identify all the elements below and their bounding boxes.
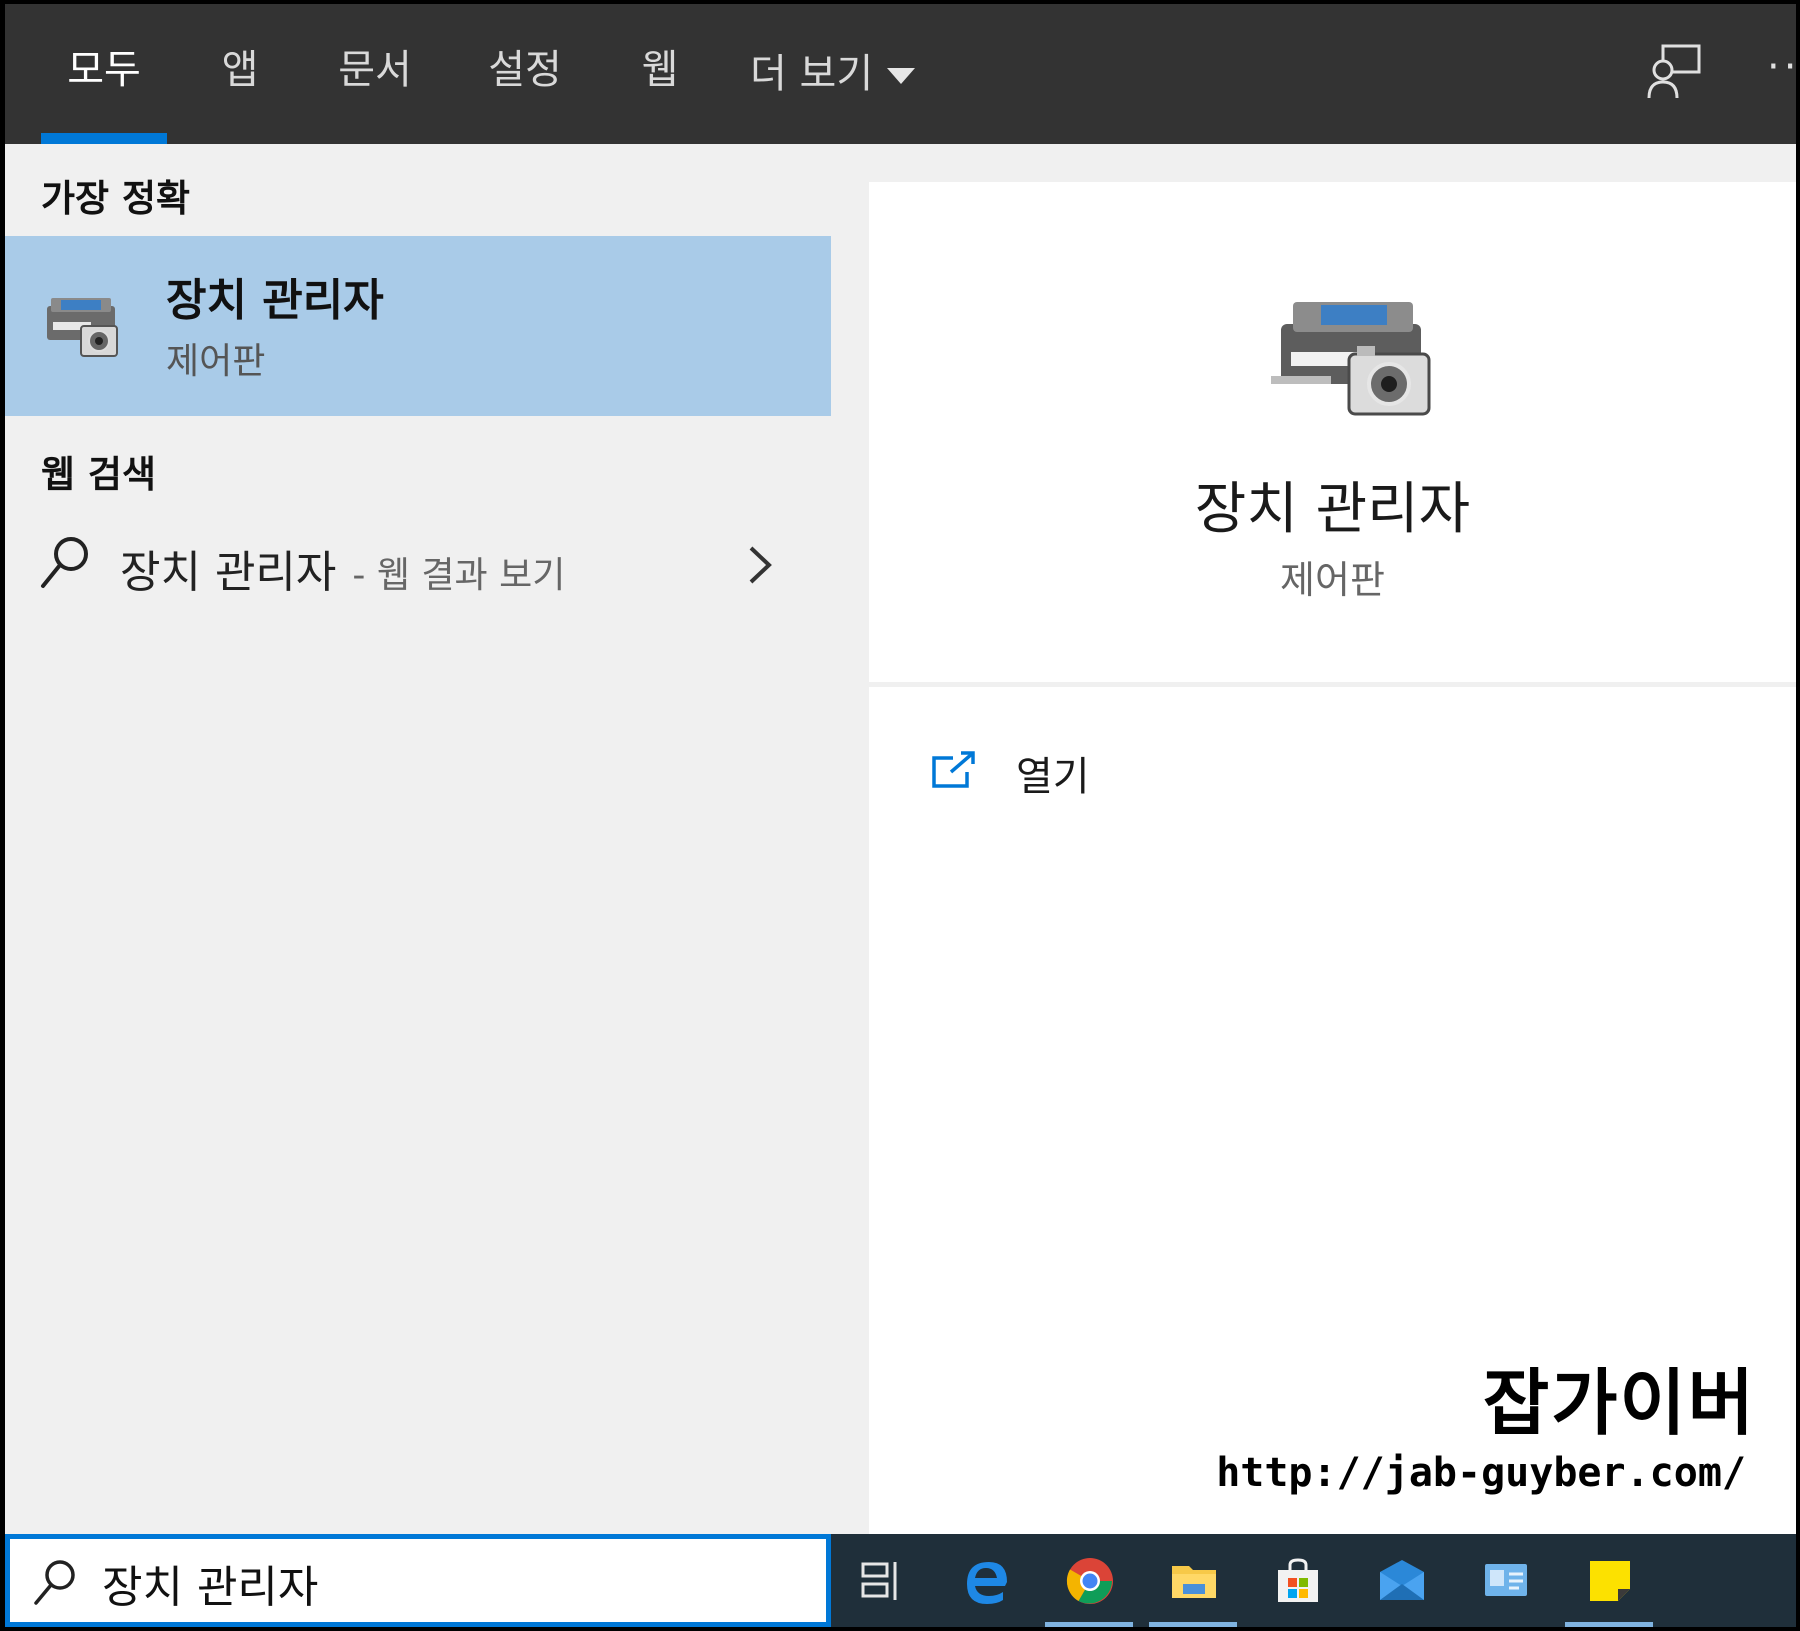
taskbar-sticky-notes[interactable] xyxy=(1559,1534,1659,1627)
panel-gutter xyxy=(831,144,869,1534)
results-panel: 가장 정확 장치 관리자 제어판 웹 검색 장치 관리자 - 웹 결과 보기 xyxy=(5,144,831,1534)
chrome-icon xyxy=(1066,1558,1113,1604)
preview-subtitle: 제어판 xyxy=(1280,558,1385,602)
search-input[interactable] xyxy=(100,1547,804,1619)
tab-label: 문서 xyxy=(338,47,412,93)
device-manager-icon xyxy=(1271,302,1431,416)
task-view-icon xyxy=(861,1562,897,1600)
taskbar xyxy=(831,1534,1796,1627)
panel-top-gutter xyxy=(831,144,1796,182)
tab-web[interactable]: 웹 xyxy=(605,4,715,144)
open-label: 열기 xyxy=(1016,754,1090,800)
running-indicator xyxy=(1149,1622,1237,1627)
watermark-title: 잡가이버 xyxy=(1483,1361,1756,1445)
tab-label: 설정 xyxy=(488,47,562,93)
tab-label: 웹 xyxy=(641,47,679,93)
running-indicator xyxy=(1565,1622,1653,1627)
active-tab-indicator xyxy=(41,133,167,144)
tab-documents[interactable]: 문서 xyxy=(305,4,445,144)
preview-divider xyxy=(869,682,1796,687)
chevron-right-icon[interactable] xyxy=(745,544,775,586)
tab-more[interactable]: 더 보기 xyxy=(750,4,940,144)
mail-icon xyxy=(1380,1560,1424,1600)
caret-down-icon xyxy=(887,68,916,84)
tab-label: 모두 xyxy=(67,47,141,93)
device-manager-icon xyxy=(47,298,118,357)
taskbar-contacts[interactable] xyxy=(1455,1534,1555,1627)
search-window: 모두 앱 문서 설정 웹 더 보기 ·· 가장 정확 xyxy=(5,4,1796,1627)
more-options-icon[interactable]: ·· xyxy=(1767,44,1796,90)
open-action[interactable]: 열기 xyxy=(931,744,1231,814)
contacts-card-icon xyxy=(1485,1564,1527,1596)
best-match-title: 장치 관리자 xyxy=(166,275,384,326)
scope-tab-bar: 모두 앱 문서 설정 웹 더 보기 ·· xyxy=(5,4,1796,144)
tab-label: 앱 xyxy=(221,47,259,93)
web-search-heading: 웹 검색 xyxy=(41,453,157,496)
tab-all[interactable]: 모두 xyxy=(41,4,167,144)
feedback-icon[interactable] xyxy=(1645,42,1705,102)
taskbar-mail[interactable] xyxy=(1351,1534,1451,1627)
taskbar-store[interactable] xyxy=(1247,1534,1347,1627)
web-search-query: 장치 관리자 xyxy=(120,547,337,598)
taskbar-edge[interactable] xyxy=(935,1534,1035,1627)
preview-panel: 장치 관리자 제어판 열기 잡가이버 http://jab-guyber.com… xyxy=(831,144,1796,1534)
taskbar-chrome[interactable] xyxy=(1039,1534,1139,1627)
taskbar-task-view[interactable] xyxy=(831,1534,931,1627)
running-indicator xyxy=(1045,1622,1133,1627)
file-explorer-icon xyxy=(1172,1566,1216,1598)
edge-icon xyxy=(967,1562,1007,1604)
best-match-subtitle: 제어판 xyxy=(166,341,266,382)
best-match-result[interactable]: 장치 관리자 제어판 xyxy=(5,236,831,416)
tab-label: 더 보기 xyxy=(750,51,874,97)
search-icon xyxy=(41,537,88,588)
sticky-notes-icon xyxy=(1590,1561,1630,1601)
preview-title: 장치 관리자 xyxy=(1194,477,1471,542)
tab-apps[interactable]: 앱 xyxy=(185,4,295,144)
taskbar-file-explorer[interactable] xyxy=(1143,1534,1243,1627)
web-search-suffix: - 웹 결과 보기 xyxy=(352,555,566,596)
store-icon xyxy=(1278,1558,1318,1602)
watermark-url: http://jab-guyber.com/ xyxy=(1216,1450,1746,1496)
web-search-text: 장치 관리자 - 웹 결과 보기 xyxy=(120,536,565,600)
search-box[interactable] xyxy=(5,1534,831,1627)
tab-settings[interactable]: 설정 xyxy=(455,4,595,144)
best-match-heading: 가장 정확 xyxy=(41,177,191,220)
open-external-icon xyxy=(932,751,975,788)
search-icon xyxy=(34,1560,75,1605)
web-search-result[interactable]: 장치 관리자 - 웹 결과 보기 xyxy=(5,514,831,614)
